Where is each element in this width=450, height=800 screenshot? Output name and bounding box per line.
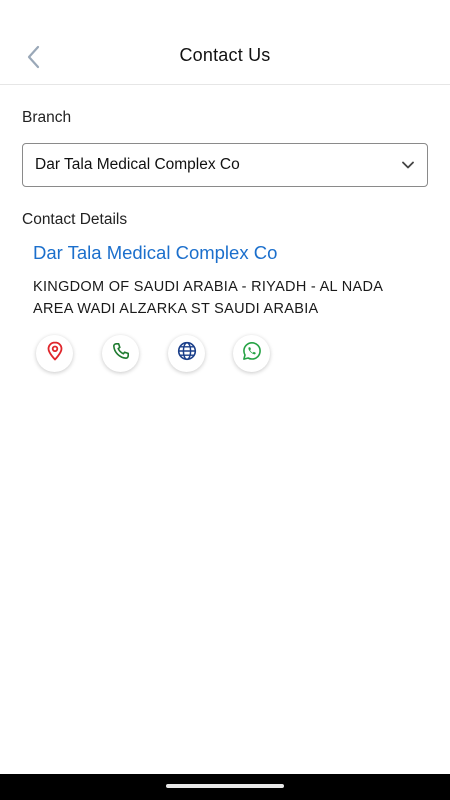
website-button[interactable] xyxy=(168,335,205,372)
location-button[interactable] xyxy=(36,335,73,372)
contact-details-label: Contact Details xyxy=(22,211,128,228)
branch-label: Branch xyxy=(22,109,72,126)
globe-icon xyxy=(177,341,197,366)
contact-us-screen: Contact Us Branch Dar Tala Medical Compl… xyxy=(0,0,450,800)
branch-selected-value: Dar Tala Medical Complex Co xyxy=(35,156,240,173)
phone-icon xyxy=(112,342,130,365)
company-address: KINGDOM OF SAUDI ARABIA - RIYADH - AL NA… xyxy=(33,279,383,317)
system-navigation-bar xyxy=(0,774,450,800)
whatsapp-button[interactable] xyxy=(233,335,270,372)
header: Contact Us xyxy=(0,0,450,85)
page-title: Contact Us xyxy=(179,45,271,65)
company-name: Dar Tala Medical Complex Co xyxy=(33,242,278,263)
chevron-down-icon xyxy=(401,158,415,172)
location-pin-icon xyxy=(46,341,64,366)
home-indicator[interactable] xyxy=(166,784,284,788)
whatsapp-icon xyxy=(242,341,262,366)
branch-dropdown[interactable]: Dar Tala Medical Complex Co xyxy=(22,143,428,187)
phone-button[interactable] xyxy=(102,335,139,372)
